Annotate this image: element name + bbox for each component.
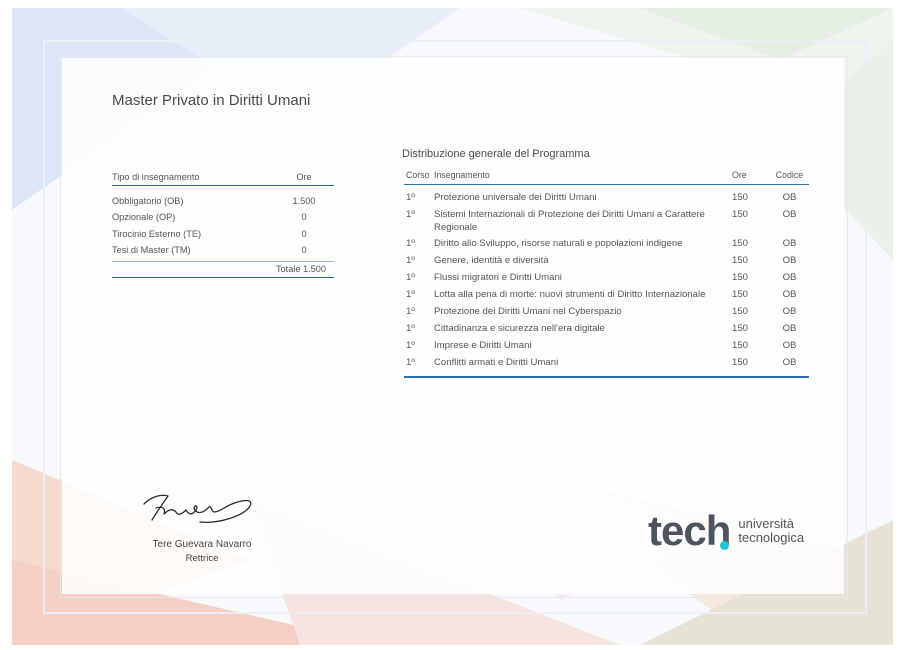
hours-cell: 150 <box>732 238 749 249</box>
course-cell: 1º <box>406 272 415 283</box>
code-cell: OB <box>782 238 797 249</box>
subject-cell: Protezione dei Diritti Umani nel Cybersp… <box>434 306 622 317</box>
hours-cell: 150 <box>732 272 749 283</box>
course-cell: 1º <box>406 238 415 249</box>
code-cell: OB <box>782 192 797 203</box>
course-cell: 1º <box>406 357 415 368</box>
header-type: Tipo di insegnamento <box>112 172 200 182</box>
table-row: 1º Protezione universale dei Diritti Uman… <box>404 188 809 205</box>
signatory-role: Rettrice <box>185 553 219 564</box>
subject-cell: Diritto allo Sviluppo, risorse naturali … <box>434 238 683 249</box>
hours-cell: 0 <box>301 212 307 222</box>
table-row: Opzionale (OP) 0 <box>112 206 334 222</box>
signature-image <box>143 494 252 523</box>
code-cell: OB <box>782 289 797 300</box>
subject-cell: Protezione universale dei Diritti Umani <box>434 192 597 203</box>
table-row: 1º Conflitti armati e Diritti Umani 150 OB <box>404 353 809 370</box>
type-cell: Opzionale (OP) <box>112 212 176 222</box>
course-cell: 1º <box>406 209 415 220</box>
logo-dot-icon <box>719 540 729 550</box>
code-cell: OB <box>782 340 797 351</box>
code-cell: OB <box>782 323 797 334</box>
teaching-type-table: Tipo di insegnamento Ore Obbligatorio (O… <box>112 172 334 278</box>
subject-cell: Sistemi Internazionali di Protezione dei… <box>434 209 705 233</box>
course-cell: 1º <box>406 306 415 317</box>
table-row: 1º Lotta alla pena di morte: nuovi strume… <box>404 285 809 302</box>
table-row: 1º Diritto allo Sviluppo, risorse natural… <box>404 234 809 251</box>
subject-cell: Cittadinanza e sicurezza nell'era digita… <box>434 323 605 334</box>
course-cell: 1º <box>406 192 415 203</box>
table-row: 1º Protezione dei Diritti Umani nel Cyber… <box>404 302 809 319</box>
hours-cell: 150 <box>732 289 749 300</box>
hours-cell: 0 <box>301 228 307 239</box>
table-row: 1º Genere, identità e diversità 150 OB <box>404 251 809 268</box>
course-cell: 1º <box>406 340 415 351</box>
subject-cell: Conflitti armati e Diritti Umani <box>434 357 559 368</box>
logo-word: tech <box>648 506 731 554</box>
hours-cell: 150 <box>732 357 749 368</box>
teaching-type-table-header: Tipo di insegnamento Ore <box>112 172 334 186</box>
subject-cell: Imprese e Diritti Umani <box>434 340 532 351</box>
type-cell: Tirocinio Esterno (TE) <box>112 228 202 239</box>
table-row: Tesi di Master (TM) 0 <box>112 239 334 255</box>
course-cell: 1º <box>406 255 415 266</box>
hours-cell: 150 <box>732 306 749 317</box>
hours-cell: 150 <box>732 255 749 266</box>
code-cell: OB <box>782 272 797 283</box>
table-row: 1º Sistemi Internazionali di Protezione d… <box>404 205 809 234</box>
type-cell: Tesi di Master (TM) <box>112 245 191 255</box>
code-cell: OB <box>782 209 797 220</box>
code-cell: OB <box>782 306 797 317</box>
program-table: Corso Insegnamento Ore Codice 1º Protezio… <box>404 170 809 378</box>
table-row: 1º Flussi migratori e Diritti Umani 150 OB <box>404 268 809 285</box>
hours-cell: 0 <box>301 245 307 255</box>
header-course: Corso <box>406 170 430 180</box>
page-title: Master Privato in Diritti Umani <box>112 92 311 109</box>
table-row: Obbligatorio (OB) 1.500 <box>112 189 334 206</box>
type-cell: Obbligatorio (OB) <box>112 195 184 206</box>
program-rows: 1º Protezione universale dei Diritti Uman… <box>404 185 809 378</box>
program-title: Distribuzione generale del Programma <box>402 148 590 160</box>
subject-cell: Genere, identità e diversità <box>434 255 549 266</box>
table-row: 1º Cittadinanza e sicurezza nell'era digi… <box>404 319 809 336</box>
header-code: Codice <box>775 170 804 180</box>
hours-cell: 150 <box>732 192 749 203</box>
table-row: 1º Imprese e Diritti Umani 150 OB <box>404 336 809 353</box>
subject-cell: Flussi migratori e Diritti Umani <box>434 272 562 283</box>
hours-cell: 1.500 <box>292 195 316 206</box>
course-cell: 1º <box>406 323 415 334</box>
tech-logo: tech università tecnologica <box>648 508 804 553</box>
table-row: Tirocinio Esterno (TE) 0 <box>112 222 334 239</box>
signatory-name: Tere Guevara Navarro <box>152 539 252 550</box>
header-hours: Ore <box>732 170 747 180</box>
program-table-header: Corso Insegnamento Ore Codice <box>404 170 809 185</box>
subject-cell: Lotta alla pena di morte: nuovi strument… <box>434 289 706 300</box>
logo-subtitle: università tecnologica <box>738 515 805 545</box>
header-hours: Ore <box>296 172 312 182</box>
code-cell: OB <box>782 255 797 266</box>
hours-cell: 150 <box>732 323 749 334</box>
hours-cell: 150 <box>732 340 749 351</box>
code-cell: OB <box>782 357 797 368</box>
header-subject: Insegnamento <box>434 170 490 180</box>
total-hours: Totale 1.500 <box>112 261 334 278</box>
hours-cell: 150 <box>732 209 749 220</box>
course-cell: 1º <box>406 289 415 300</box>
